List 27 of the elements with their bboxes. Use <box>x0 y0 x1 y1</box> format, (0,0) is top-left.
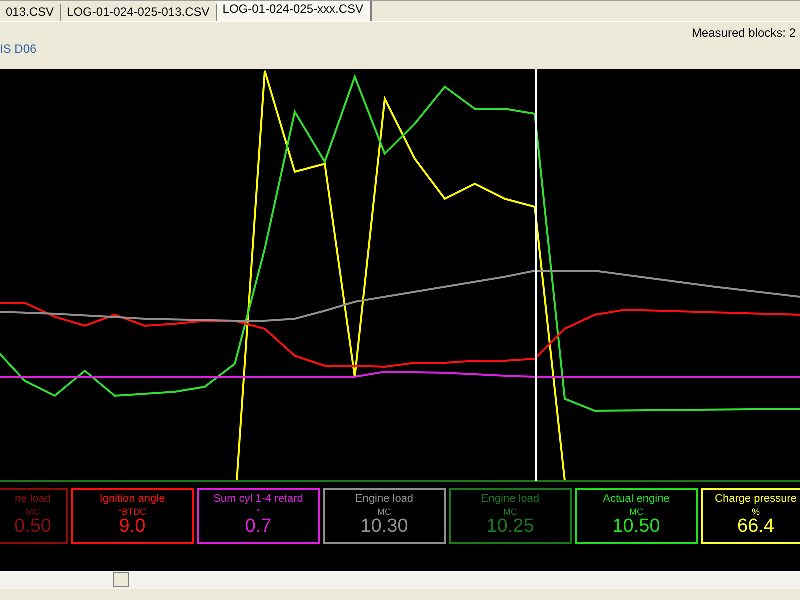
gauge-label: Actual engine <box>603 493 670 505</box>
file-tab[interactable]: LOG-01-024-025-xxx.CSV <box>216 1 372 21</box>
gauge-unit: MC <box>26 507 40 517</box>
gauge-unit: ° <box>256 507 260 517</box>
module-label: IS D06 <box>0 42 37 56</box>
gauge-value: 10.50 <box>612 517 660 537</box>
gauge-unit: MC <box>504 507 518 517</box>
gauge-unit: °BTDC <box>118 507 147 517</box>
gauge-value: 10.30 <box>360 517 408 537</box>
gauge-value: 0.7 <box>245 517 272 537</box>
gauge-label: Engine load <box>481 493 540 505</box>
gauge-label: Sum cyl 1-4 retard <box>214 493 304 505</box>
gauge-unit: MC <box>630 507 644 517</box>
gauge-label: Charge pressure <box>715 493 797 505</box>
gauge-value: 0.50 <box>14 517 52 537</box>
gauge-value: 66.4 <box>738 517 774 537</box>
horizontal-scrollbar[interactable] <box>0 571 800 589</box>
gauge-value: 10.25 <box>486 517 534 537</box>
gauge-value: 9.0 <box>119 517 146 537</box>
cursor-line[interactable] <box>535 69 537 481</box>
gauge-unit: % <box>752 507 760 517</box>
gauge-label: Engine load <box>355 493 414 505</box>
gauge-label: Ignition angle <box>100 493 166 505</box>
gauge-label: ne load <box>14 493 52 505</box>
measured-blocks-label: Measured blocks: 2 <box>692 26 796 40</box>
gauge-unit: MC <box>378 507 392 517</box>
scrollbar-thumb[interactable] <box>113 572 129 587</box>
